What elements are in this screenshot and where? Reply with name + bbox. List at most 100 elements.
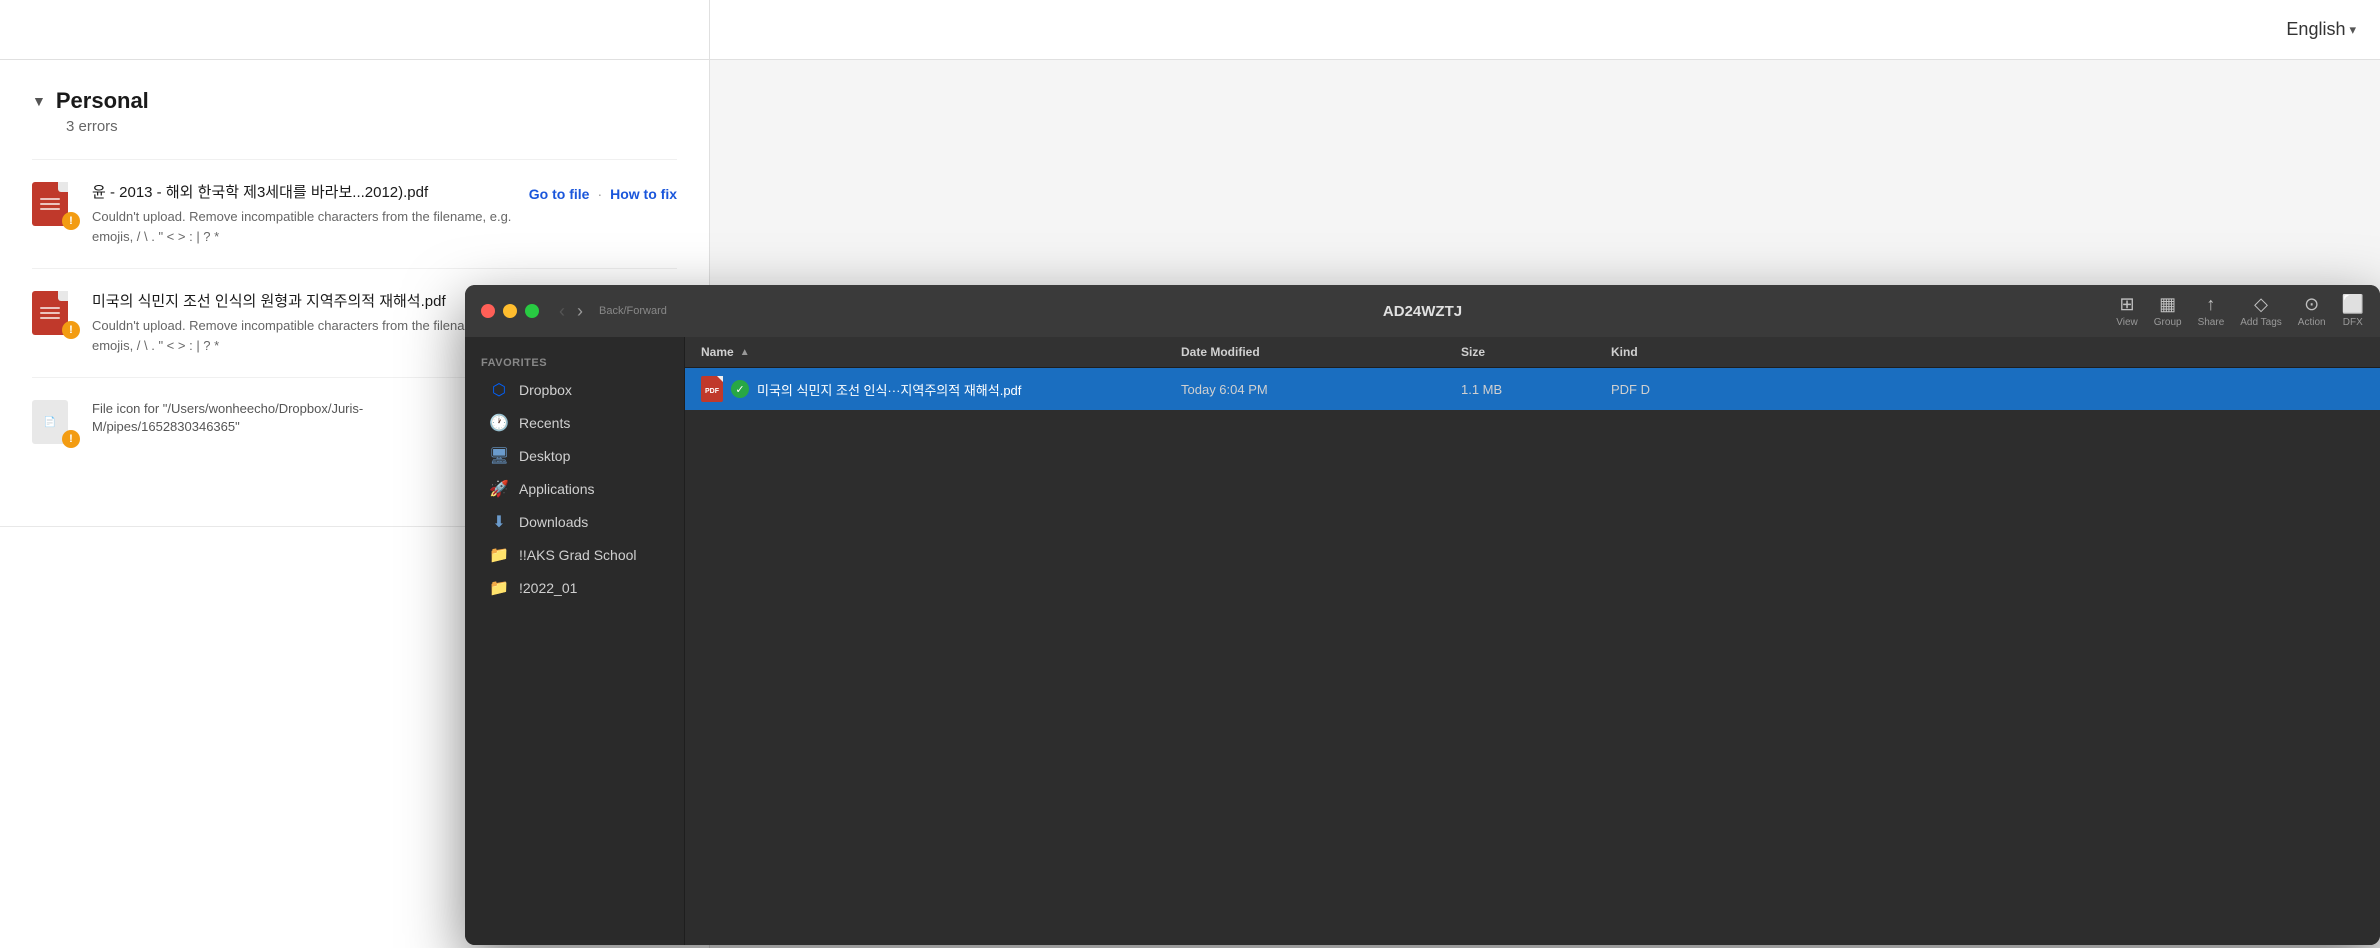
sidebar-item-downloads[interactable]: ⬇ Downloads	[473, 506, 676, 538]
language-selector[interactable]: English ▾	[2286, 19, 2356, 40]
file-name-text-1: 미국의 식민지 조선 인식···지역주의적 재해석.pdf	[757, 380, 1021, 399]
error-item-1: ! 윤 - 2013 - 해외 한국학 제3세대를 바라보...2012).pd…	[32, 159, 677, 268]
warning-badge-3: !	[62, 430, 80, 448]
file-row-1[interactable]: PDF ✓ 미국의 식민지 조선 인식···지역주의적 재해석.pdf Toda…	[685, 368, 2380, 410]
share-icon: ↑	[2206, 294, 2215, 315]
col-name-header[interactable]: Name ▲	[701, 345, 1181, 359]
file-row-kind-1: PDF D	[1611, 382, 2364, 397]
favorites-label: Favorites	[465, 349, 684, 373]
action-icon: ⊙	[2304, 294, 2319, 315]
sidebar-desktop-label: Desktop	[519, 448, 570, 464]
sidebar-downloads-label: Downloads	[519, 514, 588, 530]
desktop-icon: 🖥	[489, 446, 509, 466]
file-icon-wrap-2: !	[32, 291, 76, 335]
traffic-lights	[481, 304, 539, 318]
sidebar-item-dropbox[interactable]: ⬡ Dropbox	[473, 374, 676, 406]
toolbar-actions: ⊞ View ▦ Group ↑ Share ◇ Add Tags ⊙ Acti…	[2116, 294, 2364, 328]
action-sep-1: ·	[597, 186, 602, 202]
go-to-file-1[interactable]: Go to file	[529, 186, 590, 202]
finder-toolbar: ‹ › Back/Forward	[539, 299, 2116, 324]
file-icon-lines-1	[40, 195, 60, 213]
file-row-name-1: PDF ✓ 미국의 식민지 조선 인식···지역주의적 재해석.pdf	[701, 376, 1181, 402]
sidebar-2022-label: !2022_01	[519, 580, 577, 596]
sidebar-item-applications[interactable]: 🚀 Applications	[473, 473, 676, 505]
2022-folder-icon: 📁	[489, 578, 509, 598]
group-label: Group	[2154, 317, 2182, 328]
finder-empty-area[interactable]	[685, 410, 2380, 945]
group-icon: ▦	[2159, 294, 2176, 315]
web-topbar	[0, 0, 709, 60]
sidebar-item-recents[interactable]: 🕐 Recents	[473, 407, 676, 439]
dfx-icon: ⬜	[2342, 294, 2364, 315]
collapse-chevron[interactable]: ▼	[32, 93, 46, 109]
back-forward-label: Back/Forward	[599, 305, 667, 317]
col-name-label: Name	[701, 345, 734, 359]
maximize-button[interactable]	[525, 304, 539, 318]
forward-button[interactable]: ›	[573, 299, 587, 324]
sidebar-item-2022[interactable]: 📁 !2022_01	[473, 572, 676, 604]
dropbox-icon: ⬡	[489, 380, 509, 400]
file-path-label: File icon for "/Users/wonheecho/Dropbox/…	[92, 400, 481, 436]
error-count: 3 errors	[66, 118, 677, 135]
share-label: Share	[2198, 317, 2225, 328]
error-actions-1: Go to file · How to fix	[529, 182, 677, 202]
language-dropdown-arrow: ▾	[2349, 22, 2356, 38]
error-content-2: 미국의 식민지 조선 인식의 원형과 지역주의적 재해석.pdf Couldn'…	[92, 291, 513, 355]
error-message-2: Couldn't upload. Remove incompatible cha…	[92, 316, 513, 355]
add-tags-icon: ◇	[2254, 294, 2268, 315]
personal-title: Personal	[56, 88, 149, 114]
sidebar-dropbox-label: Dropbox	[519, 382, 572, 398]
file-line	[40, 203, 60, 205]
add-tags-button[interactable]: ◇ Add Tags	[2240, 294, 2282, 328]
file-row-size-1: 1.1 MB	[1461, 382, 1611, 397]
col-sort-icon: ▲	[740, 347, 750, 358]
recents-icon: 🕐	[489, 413, 509, 433]
sidebar-item-aks[interactable]: 📁 !!AKS Grad School	[473, 539, 676, 571]
close-button[interactable]	[481, 304, 495, 318]
error-content-3: File icon for "/Users/wonheecho/Dropbox/…	[92, 400, 481, 436]
finder-titlebar: ‹ › Back/Forward AD24WZTJ ⊞ View ▦ Group…	[465, 285, 2380, 337]
applications-icon: 🚀	[489, 479, 509, 499]
warning-badge-2: !	[62, 321, 80, 339]
file-line	[40, 208, 60, 210]
nav-buttons: ‹ ›	[555, 299, 587, 324]
right-top-bar: English ▾	[710, 0, 2380, 60]
group-button[interactable]: ▦ Group	[2154, 294, 2182, 328]
action-label: Action	[2298, 317, 2326, 328]
personal-header: ▼ Personal	[32, 88, 677, 114]
sidebar-aks-label: !!AKS Grad School	[519, 547, 637, 563]
error-message-1: Couldn't upload. Remove incompatible cha…	[92, 207, 513, 246]
sidebar-applications-label: Applications	[519, 481, 595, 497]
how-to-fix-1[interactable]: How to fix	[610, 186, 677, 202]
file-line	[40, 312, 60, 314]
col-date-header[interactable]: Date Modified	[1181, 345, 1461, 359]
finder-window: ‹ › Back/Forward AD24WZTJ ⊞ View ▦ Group…	[465, 285, 2380, 945]
file-line	[40, 307, 60, 309]
share-button[interactable]: ↑ Share	[2198, 294, 2225, 328]
view-icon: ⊞	[2119, 294, 2134, 315]
sidebar-item-desktop[interactable]: 🖥 Desktop	[473, 440, 676, 472]
action-button[interactable]: ⊙ Action	[2298, 294, 2326, 328]
file-row-date-1: Today 6:04 PM	[1181, 382, 1461, 397]
error-content-1: 윤 - 2013 - 해외 한국학 제3세대를 바라보...2012).pdf …	[92, 182, 513, 246]
add-tags-label: Add Tags	[2240, 317, 2282, 328]
file-line	[40, 317, 60, 319]
pdf-file-icon: PDF	[701, 376, 723, 402]
sync-status-icon: ✓	[731, 380, 749, 398]
error-filename-2: 미국의 식민지 조선 인식의 원형과 지역주의적 재해석.pdf	[92, 291, 513, 312]
error-filename-1: 윤 - 2013 - 해외 한국학 제3세대를 바라보...2012).pdf	[92, 182, 513, 203]
finder-body: Favorites ⬡ Dropbox 🕐 Recents 🖥 Desktop …	[465, 337, 2380, 945]
back-button[interactable]: ‹	[555, 299, 569, 324]
col-size-header[interactable]: Size	[1461, 345, 1611, 359]
view-label: View	[2116, 317, 2138, 328]
file-line	[40, 198, 60, 200]
aks-folder-icon: 📁	[489, 545, 509, 565]
view-button[interactable]: ⊞ View	[2116, 294, 2138, 328]
sidebar-recents-label: Recents	[519, 415, 570, 431]
col-kind-header[interactable]: Kind	[1611, 345, 2364, 359]
minimize-button[interactable]	[503, 304, 517, 318]
language-label: English	[2286, 19, 2345, 40]
warning-badge-1: !	[62, 212, 80, 230]
dfx-button[interactable]: ⬜ DFX	[2342, 294, 2364, 328]
column-headers: Name ▲ Date Modified Size Kind	[685, 337, 2380, 368]
